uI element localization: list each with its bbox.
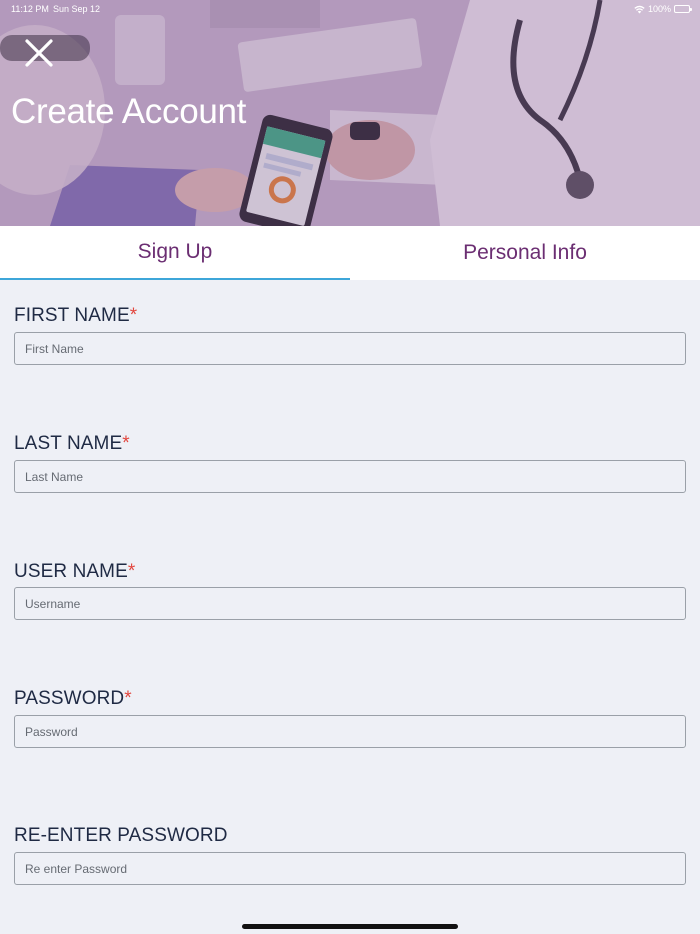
home-indicator[interactable] (242, 924, 458, 929)
close-button[interactable] (22, 36, 56, 70)
required-marker: * (129, 305, 138, 326)
last-name-input[interactable] (14, 460, 686, 493)
re-enter-password-input[interactable] (14, 852, 686, 885)
wifi-icon (634, 5, 645, 13)
username-input[interactable] (14, 587, 686, 620)
password-input[interactable] (14, 715, 686, 748)
required-marker: * (124, 688, 132, 709)
user-name-label: USER NAME* (14, 561, 136, 582)
create-account-screen: 11:12 PM Sun Sep 12 100% Create Account … (0, 0, 700, 934)
re-enter-password-label: RE-ENTER PASSWORD (14, 825, 228, 846)
close-icon (25, 39, 53, 67)
battery-percentage: 100% (647, 4, 671, 14)
hero-header: 11:12 PM Sun Sep 12 100% Create Account (0, 0, 700, 226)
tab-personal-info[interactable]: Personal Info (350, 226, 700, 280)
tab-bar: Sign Up Personal Info (0, 226, 700, 280)
status-time: 11:12 PM (11, 4, 49, 14)
password-label: PASSWORD* (14, 688, 132, 709)
status-right: 100% (634, 0, 692, 18)
first-name-label: FIRST NAME* (14, 305, 138, 326)
battery-icon (674, 5, 692, 13)
first-name-input[interactable] (14, 332, 686, 365)
status-date: Sun Sep 12 (53, 4, 101, 14)
tab-sign-up[interactable]: Sign Up (0, 226, 350, 280)
page-title: Create Account (11, 92, 247, 131)
status-bar: 11:12 PM Sun Sep 12 100% (0, 0, 700, 18)
required-marker: * (127, 561, 136, 582)
required-marker: * (122, 433, 130, 454)
last-name-label: LAST NAME* (14, 433, 130, 454)
